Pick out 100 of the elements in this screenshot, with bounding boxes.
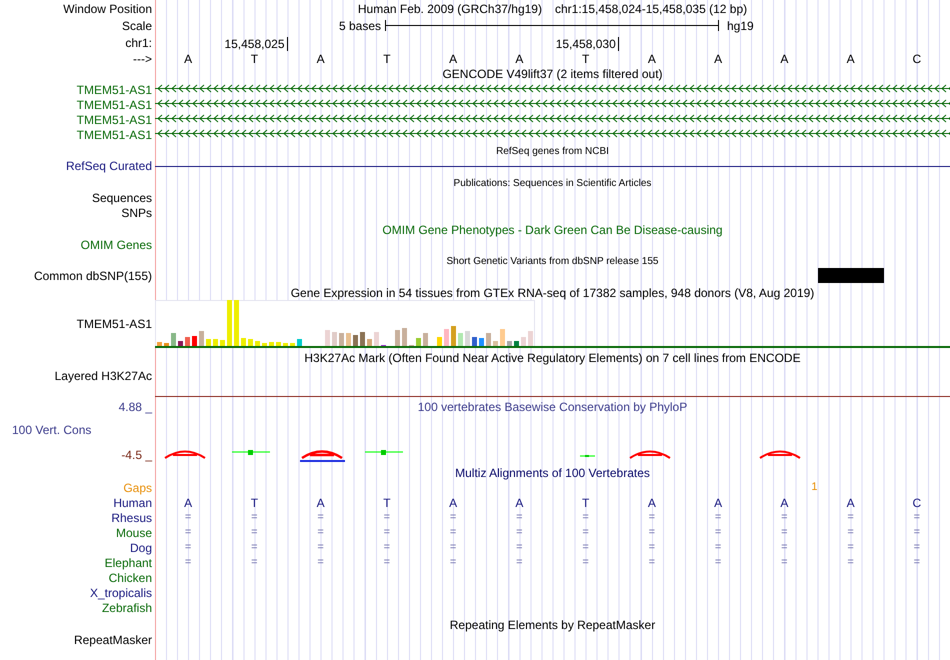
base-letter: A: [316, 52, 325, 64]
conservation-peak-drawing: [759, 450, 801, 459]
gene-label[interactable]: TMEM51-AS1: [76, 84, 155, 96]
track-title: 100 vertebrates Basewise Conservation by PhyloP: [418, 401, 688, 415]
species-label[interactable]: Zebrafish: [102, 602, 155, 614]
gene-label[interactable]: TMEM51-AS1: [76, 98, 155, 110]
match-symbol: =: [450, 557, 456, 568]
match-symbol: =: [184, 527, 192, 538]
match-symbol: =: [184, 542, 192, 553]
species-label[interactable]: Chicken: [108, 572, 155, 584]
gap-count: 1: [811, 482, 818, 493]
conservation-mark-drawing: [364, 450, 404, 455]
match-symbol: =: [450, 512, 456, 523]
assembly-name: hg19: [727, 20, 754, 32]
track-label: Window Position: [63, 2, 153, 14]
track-label[interactable]: SNPs: [121, 206, 155, 218]
match-symbol: =: [450, 527, 456, 538]
match-symbol: =: [714, 557, 722, 568]
conservation-peak-drawing: [629, 450, 671, 459]
match-symbol: =: [914, 527, 920, 538]
track-label[interactable]: OMIM Genes: [80, 238, 155, 250]
match-symbol: =: [384, 512, 390, 523]
base-letter: A: [184, 52, 192, 64]
match-symbol: =: [384, 557, 390, 568]
base-letter: C: [912, 52, 922, 64]
match-symbol: =: [582, 512, 589, 523]
conservation-mark-drawing: [232, 450, 270, 455]
match-symbol: =: [914, 542, 920, 553]
base-letter: A: [714, 52, 722, 64]
match-symbol: =: [714, 512, 722, 523]
position-text: chr1:15,458,024-15,458,035 (12 bp): [554, 2, 748, 14]
match-symbol: =: [516, 512, 523, 523]
match-symbol: =: [251, 527, 258, 538]
match-symbol: =: [516, 557, 523, 568]
track-label: chr1:: [125, 36, 153, 48]
match-symbol: =: [781, 557, 788, 568]
base-letter: A: [846, 496, 855, 508]
track-label[interactable]: RepeatMasker: [74, 634, 155, 646]
species-label[interactable]: Dog: [130, 542, 155, 554]
gene-label[interactable]: TMEM51-AS1: [76, 128, 155, 140]
base-letter: T: [383, 496, 391, 508]
track-label[interactable]: Sequences: [92, 192, 155, 204]
track-label[interactable]: Layered H3K27Ac: [54, 368, 155, 382]
track-title: Publications: Sequences in Scientific Articles: [454, 179, 652, 189]
track-title: RefSeq genes from NCBI: [496, 147, 609, 157]
track-title: Short Genetic Variants from dbSNP release 155: [446, 257, 658, 267]
species-label[interactable]: X_tropicalis: [90, 586, 155, 598]
match-symbol: =: [317, 542, 324, 553]
match-symbol: =: [781, 512, 788, 523]
base-letter: T: [250, 496, 258, 508]
match-symbol: =: [184, 557, 192, 568]
track-label[interactable]: Common dbSNP(155): [34, 270, 155, 282]
strand-label: --->: [133, 52, 153, 64]
axis-max-label: 4.88 _: [118, 401, 152, 413]
axis-min-label: -4.5 _: [121, 449, 152, 461]
match-symbol: =: [781, 542, 788, 553]
base-letter: T: [582, 496, 590, 508]
track-label: Scale: [122, 20, 153, 32]
base-letter: C: [912, 496, 922, 508]
track-title: Repeating Elements by RepeatMasker: [450, 619, 656, 631]
base-letter: A: [846, 52, 855, 64]
match-symbol: =: [582, 557, 589, 568]
match-symbol: =: [847, 527, 854, 538]
scale-text: 5 bases: [338, 20, 382, 32]
match-symbol: =: [648, 557, 656, 568]
track-label[interactable]: 100 Vert. Cons: [12, 424, 92, 436]
match-symbol: =: [251, 542, 258, 553]
match-symbol: =: [384, 542, 390, 553]
match-symbol: =: [914, 557, 920, 568]
base-letter: T: [250, 52, 258, 64]
species-label[interactable]: Human: [113, 496, 155, 508]
match-symbol: =: [648, 542, 656, 553]
coordinate-tick: 15,458,030: [556, 37, 619, 51]
base-letter: A: [648, 496, 656, 508]
track-title: GENCODE V49lift37 (2 items filtered out): [442, 68, 663, 80]
match-symbol: =: [317, 512, 324, 523]
base-letter: A: [648, 52, 656, 64]
species-label[interactable]: Elephant: [104, 556, 155, 568]
assembly-title: Human Feb. 2009 (GRCh37/hg19): [358, 2, 542, 14]
species-label[interactable]: Rhesus: [111, 512, 155, 524]
species-label[interactable]: Mouse: [116, 526, 155, 538]
track-label[interactable]: TMEM51-AS1: [76, 318, 155, 330]
match-symbol: =: [516, 542, 523, 553]
match-symbol: =: [847, 512, 854, 523]
track-title: Gene Expression in 54 tissues from GTEx RNA-seq of 17382 samples, 948 donors (V8, Aug 2019): [290, 287, 814, 299]
match-symbol: =: [317, 557, 324, 568]
gene-label[interactable]: TMEM51-AS1: [76, 114, 155, 126]
track-label[interactable]: RefSeq Curated: [66, 160, 155, 172]
match-symbol: =: [648, 512, 656, 523]
coordinate-tick: 15,458,025: [224, 37, 288, 51]
base-letter: A: [449, 52, 458, 64]
track-title: H3K27Ac Mark (Often Found Near Active Regulatory Elements) on 7 cell lines from ENCODE: [304, 352, 801, 364]
match-symbol: =: [317, 527, 324, 538]
match-symbol: =: [516, 527, 523, 538]
match-symbol: =: [847, 557, 854, 568]
match-symbol: =: [714, 542, 722, 553]
base-letter: A: [449, 496, 458, 508]
base-letter: A: [316, 496, 325, 508]
match-symbol: =: [714, 527, 722, 538]
match-symbol: =: [251, 512, 258, 523]
